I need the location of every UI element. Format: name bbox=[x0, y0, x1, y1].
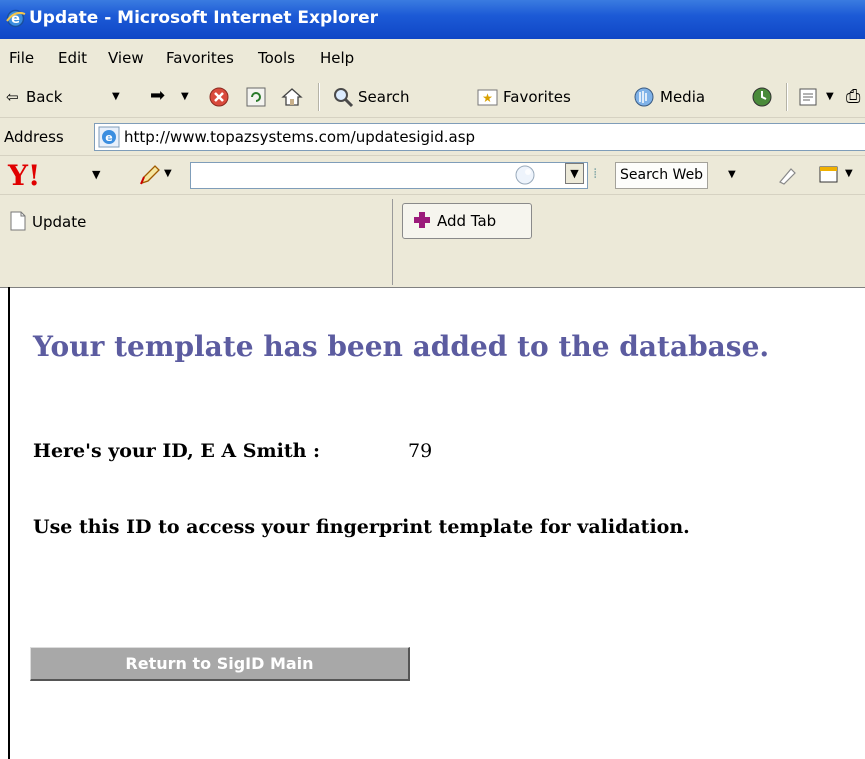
menu-file[interactable]: File bbox=[9, 49, 34, 67]
popup-blocker-icon[interactable] bbox=[818, 164, 842, 186]
plus-icon bbox=[414, 212, 430, 228]
instruction-text: Use this ID to access your fingerprint t… bbox=[33, 516, 690, 538]
yahoo-search-input[interactable] bbox=[190, 162, 588, 189]
yahoo-search-dropdown-button[interactable]: ▼ bbox=[565, 163, 584, 184]
window-title: Update - Microsoft Internet Explorer bbox=[29, 8, 378, 28]
page-ie-icon: e bbox=[98, 126, 120, 148]
title-bar: e Update - Microsoft Internet Explorer bbox=[0, 0, 865, 39]
back-arrow-icon: ⇦ bbox=[6, 88, 19, 106]
address-input[interactable]: e http://www.topazsystems.com/updatesigi… bbox=[94, 123, 865, 151]
id-value: 79 bbox=[408, 440, 433, 462]
add-tab-button[interactable]: Add Tab bbox=[402, 203, 532, 239]
favorites-button-label: Favorites bbox=[503, 88, 571, 106]
mail-dropdown-icon[interactable]: ▼ bbox=[826, 91, 834, 102]
home-icon[interactable] bbox=[280, 85, 304, 109]
menu-edit[interactable]: Edit bbox=[58, 49, 87, 67]
return-button-label: Return to SigID Main bbox=[125, 654, 314, 673]
toolbar-grip-icon: ⁞ bbox=[593, 166, 598, 182]
history-icon[interactable] bbox=[750, 85, 774, 109]
page-icon bbox=[10, 211, 26, 231]
address-bar: Address e http://www.topazsystems.com/up… bbox=[0, 118, 865, 156]
menu-help[interactable]: Help bbox=[320, 49, 354, 67]
toolbar-separator bbox=[786, 83, 788, 111]
highlight-pen-icon[interactable] bbox=[776, 164, 798, 186]
svg-text:e: e bbox=[105, 131, 112, 144]
stop-icon[interactable] bbox=[208, 86, 230, 108]
favorites-star-icon: ★ bbox=[477, 89, 498, 106]
yahoo-logo[interactable]: Y! bbox=[8, 159, 40, 192]
content-top-border bbox=[0, 287, 865, 288]
pencil-icon[interactable] bbox=[138, 163, 162, 187]
yahoo-toolbar: Y! ▼ ▼ ▼ ⁞ Search Web ▼ ▼ bbox=[0, 156, 865, 195]
search-button[interactable]: Search bbox=[330, 77, 460, 117]
menu-bar: File Edit View Favorites Tools Help bbox=[0, 39, 865, 78]
page-heading: Your template has been added to the data… bbox=[33, 330, 770, 363]
media-icon bbox=[634, 87, 654, 107]
tab-row: Update Add Tab bbox=[0, 195, 865, 287]
pencil-dropdown-icon[interactable]: ▼ bbox=[164, 168, 172, 179]
standard-toolbar: ⇦ Back ▼ ➡ ▼ Search ★ Favorites Media ▼ … bbox=[0, 77, 865, 118]
search-web-label: Search Web bbox=[620, 167, 704, 183]
tab-update[interactable]: Update bbox=[4, 199, 393, 285]
search-web-button[interactable]: Search Web bbox=[615, 162, 709, 189]
toolbar-separator bbox=[318, 83, 320, 111]
yahoo-menu-dropdown-icon[interactable]: ▼ bbox=[92, 168, 100, 181]
internet-explorer-icon: e bbox=[6, 9, 26, 28]
menu-view[interactable]: View bbox=[108, 49, 144, 67]
return-to-sigid-main-button[interactable]: Return to SigID Main bbox=[30, 647, 410, 681]
search-glass-icon bbox=[515, 165, 535, 185]
svg-text:★: ★ bbox=[482, 91, 493, 105]
id-label: Here's your ID, E A Smith : bbox=[33, 440, 321, 462]
popup-blocker-dropdown-icon[interactable]: ▼ bbox=[845, 168, 853, 179]
add-tab-label: Add Tab bbox=[437, 212, 497, 230]
search-magnifier-icon bbox=[334, 88, 354, 108]
search-web-dropdown-icon[interactable]: ▼ bbox=[728, 169, 736, 180]
favorites-button[interactable]: ★ Favorites bbox=[475, 77, 605, 117]
address-url: http://www.topazsystems.com/updatesigid.… bbox=[124, 128, 476, 146]
menu-tools[interactable]: Tools bbox=[258, 49, 295, 67]
menu-favorites[interactable]: Favorites bbox=[166, 49, 234, 67]
media-button[interactable]: Media bbox=[632, 77, 742, 117]
mail-icon[interactable] bbox=[798, 85, 822, 109]
print-icon[interactable]: ⎙ bbox=[846, 86, 860, 107]
back-button-label: Back bbox=[26, 88, 63, 106]
forward-dropdown-icon[interactable]: ▼ bbox=[181, 91, 189, 102]
address-label: Address bbox=[4, 128, 64, 146]
back-button[interactable]: ⇦ Back ▼ bbox=[4, 77, 144, 117]
refresh-icon[interactable] bbox=[245, 86, 267, 108]
media-button-label: Media bbox=[660, 88, 706, 106]
content-left-edge bbox=[8, 287, 10, 759]
forward-arrow-icon[interactable]: ➡ bbox=[150, 85, 165, 106]
search-button-label: Search bbox=[358, 88, 410, 106]
tab-label: Update bbox=[32, 213, 87, 231]
back-dropdown-icon[interactable]: ▼ bbox=[112, 91, 120, 102]
